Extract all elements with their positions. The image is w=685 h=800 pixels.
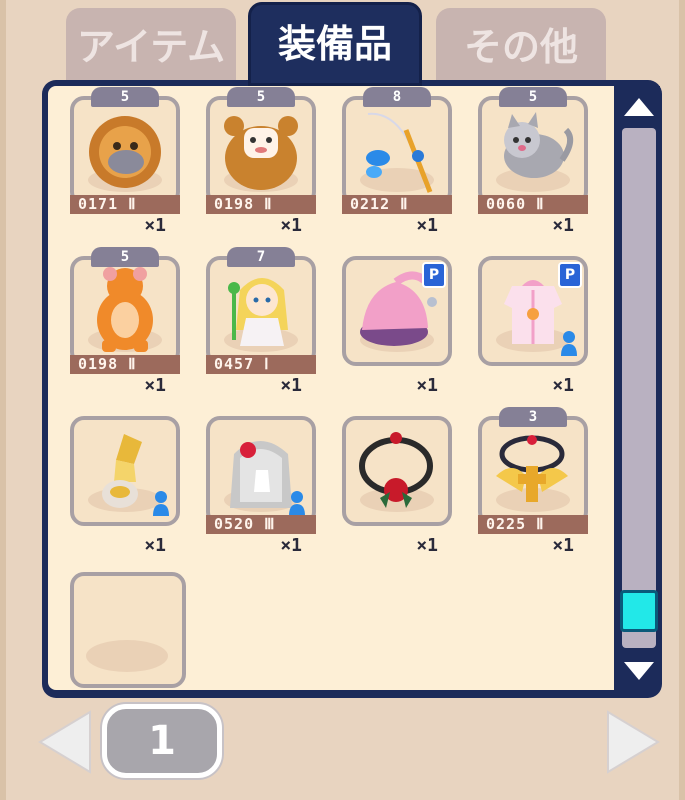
item-slot-5[interactable]: 5 0198 Ⅱ ×1 — [70, 247, 180, 396]
level-badge: 5 — [227, 87, 295, 107]
item-quantity: ×1 — [144, 375, 166, 396]
bear-costume-icon — [224, 116, 298, 190]
level-badge: 7 — [227, 247, 295, 267]
item-slot-9[interactable]: ×1 — [70, 416, 180, 556]
tab-items[interactable]: アイテム — [66, 8, 236, 86]
level-badge: 8 — [363, 87, 431, 107]
prev-page-arrow-icon[interactable] — [34, 706, 94, 778]
next-page-arrow-icon[interactable] — [604, 706, 664, 778]
level-badge: 5 — [91, 247, 159, 267]
level-badge: 5 — [91, 87, 159, 107]
item-code: 0457 Ⅰ — [206, 355, 316, 374]
p-badge: P — [558, 262, 582, 288]
item-code: 0212 Ⅱ — [342, 195, 452, 214]
item-quantity: ×1 — [144, 215, 166, 236]
empty-item-slot[interactable] — [70, 572, 186, 688]
golden-cross-necklace-icon — [496, 435, 568, 502]
scroll-up-arrow-icon[interactable] — [620, 92, 658, 124]
item-quantity: ×1 — [144, 535, 166, 556]
level-badge: 3 — [499, 407, 567, 427]
item-quantity: ×1 — [552, 375, 574, 396]
item-slot-10[interactable]: 0520 Ⅲ ×1 — [206, 416, 316, 556]
lion-pet-icon — [89, 116, 161, 188]
character-figure-icon — [153, 491, 169, 516]
item-slot-11[interactable]: ×1 — [342, 416, 452, 556]
frame-right-edge — [679, 0, 685, 800]
item-code: 0520 Ⅲ — [206, 515, 316, 534]
item-slot-4[interactable]: 5 0060 Ⅱ ×1 — [478, 87, 588, 236]
item-code: 0060 Ⅱ — [478, 195, 588, 214]
tab-equipment[interactable]: 装備品 — [248, 2, 422, 86]
page-number: 1 — [102, 704, 222, 778]
item-slot-6[interactable]: 7 0457 Ⅰ ×1 — [206, 247, 316, 396]
item-quantity: ×1 — [280, 375, 302, 396]
level-badge: 5 — [499, 87, 567, 107]
item-quantity: ×1 — [280, 215, 302, 236]
scrollbar-thumb[interactable] — [620, 590, 658, 632]
item-quantity: ×1 — [416, 215, 438, 236]
item-slot-12[interactable]: 3 0225 Ⅱ ×1 — [478, 407, 588, 556]
item-slot-7[interactable]: P ×1 — [342, 256, 452, 396]
item-code: 0198 Ⅱ — [206, 195, 316, 214]
item-code: 0225 Ⅱ — [478, 515, 588, 534]
item-slot-1[interactable]: 5 0171 Ⅱ ×1 — [70, 87, 180, 236]
blonde-girl-pet-icon — [228, 278, 288, 346]
gray-cat-pet-icon — [504, 112, 574, 178]
fishing-rod-icon — [366, 112, 433, 193]
character-figure-icon — [289, 491, 305, 516]
slot-shadow — [86, 640, 168, 672]
tab-others[interactable]: その他 — [436, 8, 606, 86]
item-quantity: ×1 — [280, 535, 302, 556]
item-quantity: ×1 — [552, 215, 574, 236]
item-slot-3[interactable]: 8 0212 Ⅱ ×1 — [342, 87, 452, 236]
character-figure-icon — [561, 331, 577, 356]
item-quantity: ×1 — [416, 375, 438, 396]
item-code: 0171 Ⅱ — [70, 195, 180, 214]
item-quantity: ×1 — [552, 535, 574, 556]
item-slot-2[interactable]: 5 0198 Ⅱ ×1 — [206, 87, 316, 236]
frame-left-edge — [0, 0, 6, 800]
rose-necklace-icon — [359, 432, 433, 508]
item-slot-8[interactable]: P ×1 — [478, 256, 588, 396]
orange-bear-suit-icon — [97, 267, 153, 352]
p-badge: P — [422, 262, 446, 288]
item-quantity: ×1 — [416, 535, 438, 556]
scroll-down-arrow-icon[interactable] — [620, 654, 658, 686]
scrollbar-rail[interactable] — [622, 128, 656, 648]
item-code: 0198 Ⅱ — [70, 355, 180, 374]
